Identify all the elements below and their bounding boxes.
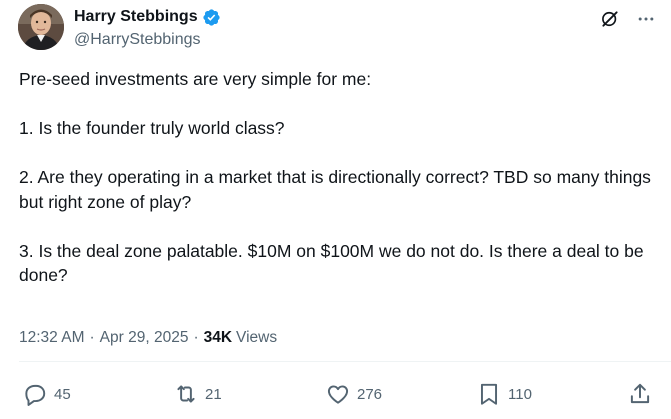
share-icon [630,383,650,404]
divider [19,361,671,362]
heart-icon [327,385,349,404]
verified-badge-icon[interactable] [202,8,221,27]
tweet-meta: 12:32 AM · Apr 29, 2025 · 34K Views [19,329,277,347]
name-row: Harry Stebbings [74,7,221,27]
author-info: Harry Stebbings @HarryStebbings [74,7,221,49]
tweet-text: Pre-seed investments are very simple for… [19,69,651,285]
meta-separator-2: · [193,329,199,346]
tweet-card: Harry Stebbings @HarryStebbings Pre-seed… [0,0,671,419]
tweet-time[interactable]: 12:32 AM [19,329,85,347]
repost-icon [177,385,195,403]
views-count[interactable]: 34K [204,329,232,347]
avatar-image [18,4,64,50]
repost-button[interactable]: 21 [173,381,222,407]
bookmark-icon [480,383,498,405]
author-handle[interactable]: @HarryStebbings [74,31,221,49]
more-icon[interactable] [635,8,657,30]
tweet-date[interactable]: Apr 29, 2025 [100,329,189,347]
bookmark-count: 110 [508,385,532,403]
reply-button[interactable]: 45 [22,381,71,407]
top-actions [599,8,657,30]
bookmark-button[interactable]: 110 [476,381,532,407]
reply-icon [25,384,46,406]
meta-separator: · [89,329,95,346]
views-label[interactable]: Views [236,329,277,347]
avatar[interactable] [18,4,64,50]
engagement-bar: 45 21 276 110 [0,381,671,409]
repost-count: 21 [205,385,222,403]
author-display-name[interactable]: Harry Stebbings [74,8,198,26]
like-count: 276 [357,385,383,403]
grok-icon[interactable] [599,8,621,30]
share-button[interactable] [627,381,653,407]
like-button[interactable]: 276 [325,381,382,407]
reply-count: 45 [54,385,71,403]
